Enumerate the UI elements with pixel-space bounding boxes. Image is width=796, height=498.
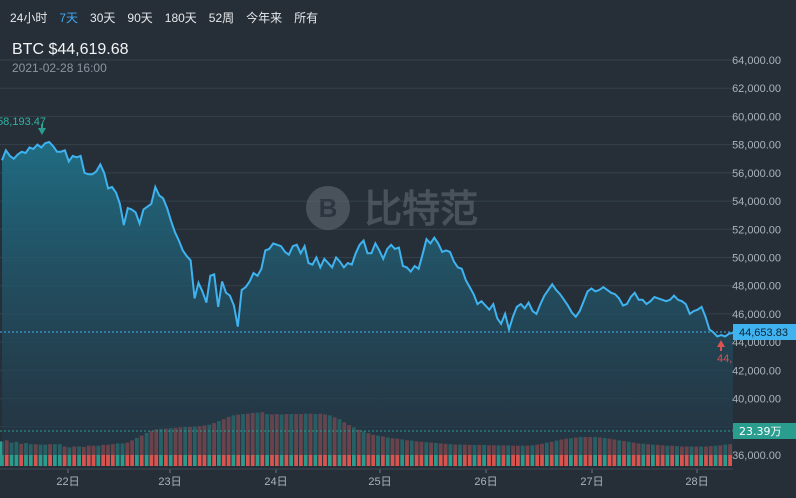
y-tick-label: 58,000.00: [732, 140, 781, 152]
y-tick-label: 52,000.00: [732, 224, 781, 236]
y-tick-label: 56,000.00: [732, 168, 781, 180]
low-annotation: 44,: [717, 353, 732, 365]
watermark: B 比特范: [306, 186, 478, 231]
svg-text:B: B: [319, 193, 338, 223]
y-tick-label: 40,000.00: [732, 394, 781, 406]
high-arrow-icon: [38, 128, 46, 135]
y-tick-label: 42,000.00: [732, 365, 781, 377]
y-tick-label: 46,000.00: [732, 309, 781, 321]
x-tick-label: 26日: [474, 476, 497, 488]
y-tick-label: 50,000.00: [732, 253, 781, 265]
y-axis: 64,000.00 62,000.00 60,000.00 58,000.00 56,0…: [732, 55, 781, 462]
y-tick-label: 64,000.00: [732, 55, 781, 67]
chart-widget: 24小时 7天 30天 90天 180天 52周 今年来 所有 BTC $44,619.68 …: [0, 0, 796, 498]
x-axis: 22日 23日 24日 25日 26日 27日 28日: [0, 468, 733, 488]
volume-label: 23.39万: [739, 425, 782, 438]
low-arrow-stem: [720, 346, 722, 351]
y-tick-label: 54,000.00: [732, 196, 781, 208]
y-tick-label: 48,000.00: [732, 281, 781, 293]
x-tick-label: 28日: [685, 476, 708, 488]
y-tick-label: 60,000.00: [732, 111, 781, 123]
bitcoin-logo-icon: B: [306, 186, 350, 230]
watermark-text: 比特范: [364, 187, 478, 231]
y-tick-label: 62,000.00: [732, 83, 781, 95]
x-tick-label: 23日: [158, 476, 181, 488]
x-tick-label: 27日: [580, 476, 603, 488]
price-chart[interactable]: B 比特范 64,000.00 62,000.00 60,000.00 58,000.…: [0, 0, 796, 498]
y-tick-label: 36,000.00: [732, 450, 781, 462]
x-tick-label: 25日: [368, 476, 391, 488]
x-tick-label: 22日: [56, 476, 79, 488]
high-annotation: 58,193.47: [0, 116, 46, 128]
x-tick-label: 24日: [264, 476, 287, 488]
current-price-label: 44,653.83: [739, 327, 788, 339]
